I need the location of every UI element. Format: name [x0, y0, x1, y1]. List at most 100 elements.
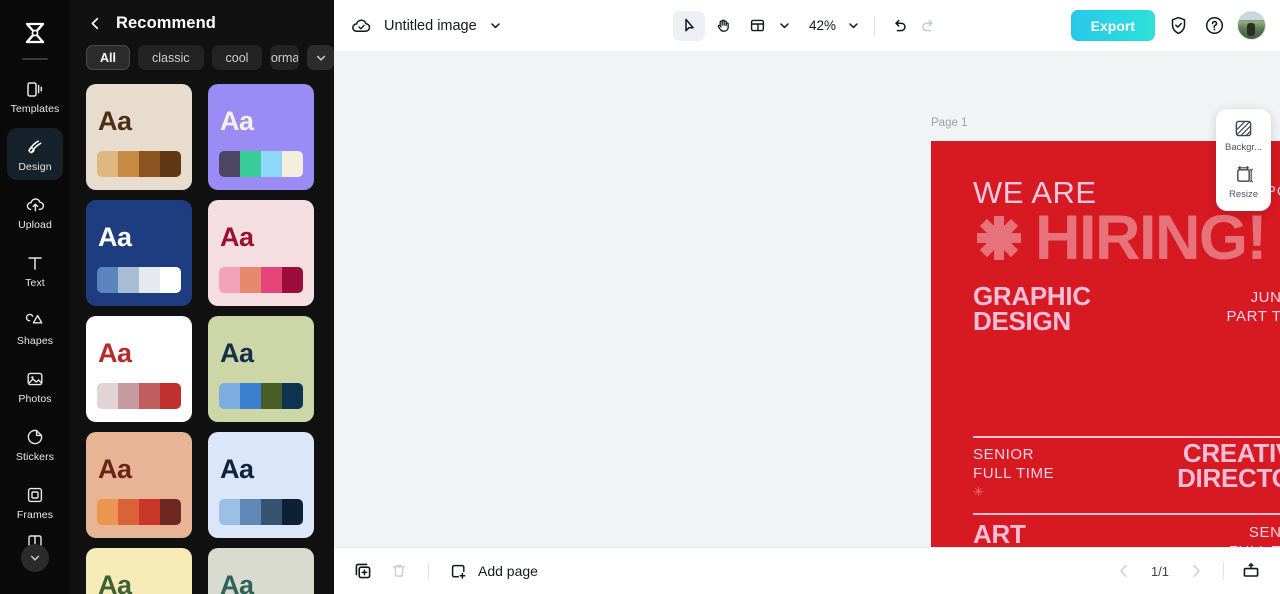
prev-page-button[interactable] — [1113, 560, 1135, 582]
add-page-button[interactable]: Add page — [447, 560, 538, 582]
panel-title: Recommend — [116, 14, 216, 32]
zoom-level-value[interactable]: 42% — [809, 18, 836, 33]
poster-hiring-text: HIRING! — [1035, 203, 1267, 273]
swatch — [282, 151, 303, 177]
resize-tool-button[interactable]: Resize — [1216, 165, 1271, 200]
present-button[interactable] — [1240, 560, 1262, 582]
template-card[interactable]: Aa — [208, 432, 314, 538]
template-swatch-strip — [219, 383, 303, 409]
meta-line-1: SENIOR — [1248, 524, 1280, 541]
swatch — [240, 383, 261, 409]
template-swatch-strip — [97, 383, 181, 409]
template-sample-text: Aa — [220, 454, 254, 484]
template-card[interactable]: Aa — [208, 200, 314, 306]
swatch — [219, 267, 240, 293]
sidebar-item-upload[interactable]: Upload — [7, 186, 63, 238]
template-card[interactable]: Aa — [86, 316, 192, 422]
sidebar-item-label: Shapes — [16, 334, 54, 347]
back-button[interactable] — [86, 15, 104, 33]
template-card[interactable]: Aa — [208, 84, 314, 190]
role-line-2: DESIGN — [973, 306, 1071, 336]
export-button[interactable]: Export — [1070, 10, 1155, 41]
template-swatch-strip — [219, 267, 303, 293]
sidebar-item-label: Photos — [18, 392, 52, 405]
background-tool-button[interactable]: Backgr... — [1216, 118, 1271, 153]
chip-formal[interactable]: formal — [270, 45, 299, 70]
rail-more-button[interactable] — [21, 544, 49, 572]
document-title[interactable]: Untitled image — [384, 18, 477, 34]
rail-divider — [22, 58, 48, 60]
chip-cool[interactable]: cool — [211, 45, 263, 70]
canvas-viewport[interactable]: Page 1 WE ARE HIRING! GRAPHIC DESIGN JUN… — [334, 51, 1280, 547]
hand-tool-button[interactable] — [707, 11, 739, 41]
swatch — [118, 151, 139, 177]
template-sample-text: Aa — [220, 570, 254, 594]
sidebar-item-stickers[interactable]: Stickers — [7, 418, 63, 470]
bottom-divider — [428, 562, 429, 580]
swatch — [139, 383, 160, 409]
cloud-sync-icon[interactable] — [348, 13, 374, 39]
template-card[interactable]: Aa — [86, 432, 192, 538]
swatch — [219, 151, 240, 177]
select-tool-button[interactable] — [672, 10, 705, 41]
swatch — [240, 499, 261, 525]
sidebar-item-photos[interactable]: Photos — [7, 360, 63, 412]
sidebar-item-templates[interactable]: Templates — [7, 70, 63, 122]
poster-role-graphic-design: GRAPHIC DESIGN — [973, 283, 1091, 336]
mini-asterisk-icon: ✳ — [1227, 328, 1280, 341]
template-swatch-strip — [97, 499, 181, 525]
sidebar-item-frames[interactable]: Frames — [7, 476, 63, 528]
chevron-down-icon[interactable] — [307, 45, 334, 70]
sidebar-item-design[interactable]: Design — [7, 128, 63, 180]
shield-check-icon[interactable] — [1165, 13, 1191, 39]
chip-all[interactable]: All — [86, 45, 130, 70]
layout-grid-button[interactable] — [741, 11, 773, 41]
template-sample-text: Aa — [98, 454, 132, 484]
sidebar-item-label: Stickers — [15, 450, 55, 463]
template-sample-text: Aa — [98, 106, 132, 136]
help-circle-icon[interactable] — [1201, 13, 1227, 39]
chip-classic[interactable]: classic — [137, 45, 204, 70]
user-avatar[interactable] — [1237, 11, 1266, 40]
duplicate-icon[interactable] — [352, 560, 374, 582]
left-icon-rail: Templates Design Upload Text Shapes Phot… — [0, 0, 70, 594]
asterisk-icon — [973, 212, 1025, 264]
page-label: Page 1 — [931, 117, 968, 129]
template-card-grid: Aa Aa Aa Aa Aa Aa Aa Aa Aa Aa — [70, 70, 334, 594]
swatch — [139, 499, 160, 525]
sidebar-item-text[interactable]: Text — [7, 244, 63, 296]
capcut-logo-icon[interactable] — [18, 16, 52, 50]
template-sample-text: Aa — [98, 570, 132, 594]
template-card[interactable]: Aa — [86, 84, 192, 190]
template-swatch-strip — [97, 267, 181, 293]
zoom-chevron-down-icon[interactable] — [844, 17, 862, 35]
layout-chevron-down-icon[interactable] — [775, 17, 793, 35]
template-card[interactable]: Aa — [86, 200, 192, 306]
swatch — [282, 499, 303, 525]
text-icon — [24, 252, 46, 274]
swatch — [97, 499, 118, 525]
next-page-button[interactable] — [1185, 560, 1207, 582]
sidebar-item-label: Templates — [10, 102, 60, 115]
background-icon — [1234, 118, 1254, 138]
template-sample-text: Aa — [220, 222, 254, 252]
mini-asterisk-icon: ✳ — [973, 484, 985, 499]
template-card[interactable]: Aa — [208, 316, 314, 422]
swatch — [160, 383, 181, 409]
design-panel: Recommend All classic cool formal AaAaAa… — [70, 0, 334, 594]
title-chevron-down-icon[interactable] — [487, 17, 505, 35]
shapes-icon — [24, 310, 46, 332]
sidebar-item-shapes[interactable]: Shapes — [7, 302, 63, 354]
swatch — [261, 383, 282, 409]
trash-icon[interactable] — [388, 560, 410, 582]
template-card[interactable]: Aa — [86, 548, 192, 594]
frames-icon — [24, 484, 46, 506]
templates-icon — [24, 78, 46, 100]
redo-icon[interactable] — [915, 13, 941, 39]
undo-icon[interactable] — [887, 13, 913, 39]
template-swatch-strip — [219, 499, 303, 525]
template-card[interactable]: Aa — [208, 548, 314, 594]
swatch — [219, 383, 240, 409]
bottom-toolbar: Add page 1/1 — [334, 547, 1280, 594]
swatch — [160, 267, 181, 293]
